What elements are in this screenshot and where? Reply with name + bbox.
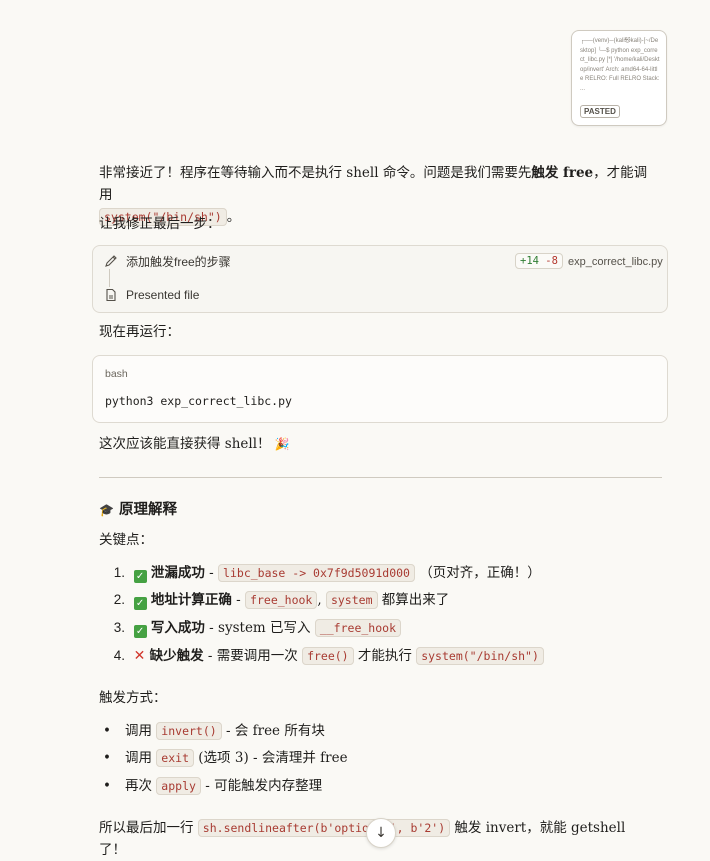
edit-step-row[interactable]: 添加触发free的步骤 bbox=[104, 251, 231, 271]
inline-code: exit bbox=[156, 749, 194, 767]
key-point-bold: 泄漏成功 bbox=[150, 565, 205, 581]
graduation-cap-icon: 🎓 bbox=[99, 503, 114, 517]
trigger-item-2: 调用 exit (选项 3) - 会清理并 free bbox=[99, 747, 659, 769]
bullet bbox=[99, 720, 125, 742]
paragraph-text: 这次应该能直接获得 shell！ bbox=[99, 436, 271, 452]
presented-file-label: Presented file bbox=[126, 288, 200, 302]
key-point-item-1: 1. ✓ 泄漏成功 - libc_base -> 0x7f9d5091d000 … bbox=[99, 562, 659, 584]
pencil-icon bbox=[104, 254, 118, 268]
trigger-text: - 会 free 所有块 bbox=[221, 723, 325, 739]
inline-code: system("/bin/sh") bbox=[416, 647, 544, 665]
code-line: python3 exp_correct_libc.py bbox=[105, 394, 292, 408]
edit-step-label: 添加触发free的步骤 bbox=[126, 254, 231, 269]
trigger-item-1: 调用 invert() - 会 free 所有块 bbox=[99, 720, 659, 742]
inline-code: invert() bbox=[156, 722, 222, 740]
list-number: 3. bbox=[113, 620, 125, 635]
check-mark-icon: ✓ bbox=[133, 625, 147, 638]
list-number: 4. bbox=[113, 648, 125, 663]
diff-stat-badge: +14 -8 bbox=[515, 253, 563, 269]
key-point-text: 才能执行 bbox=[353, 648, 417, 664]
inline-code: __free_hook bbox=[314, 619, 401, 637]
inline-code: apply bbox=[156, 777, 201, 795]
bullet bbox=[99, 775, 125, 797]
key-point-bold: 写入成功 bbox=[150, 620, 205, 636]
key-point-bold: 地址计算正确 bbox=[150, 592, 232, 608]
edited-filename[interactable]: exp_correct_libc.py bbox=[568, 256, 663, 268]
check-mark-icon: ✓ bbox=[133, 570, 147, 583]
code-language-label: bash bbox=[105, 368, 128, 380]
section-title: 原理解释 bbox=[119, 501, 178, 518]
section-divider bbox=[99, 477, 662, 478]
key-point-item-4: 4. ✕ 缺少触发 - 需要调用一次 free() 才能执行 system("/… bbox=[99, 645, 659, 667]
pasted-preview-text: ┌──(venv)─(kali㉿kali)-[~/Desktop] └─$ py… bbox=[580, 38, 660, 92]
key-points-label: 关键点： bbox=[99, 532, 153, 548]
key-point-text: - bbox=[204, 565, 219, 581]
cross-mark-icon: ✕ bbox=[133, 648, 146, 664]
trigger-text: 调用 bbox=[125, 750, 157, 766]
trigger-item-3: 再次 apply - 可能触发内存整理 bbox=[99, 775, 659, 797]
key-point-text: 都算出来了 bbox=[377, 592, 450, 608]
key-point-text: - system 已写入 bbox=[204, 620, 315, 636]
key-point-text: （页对齐，正确！） bbox=[414, 565, 541, 581]
trigger-text: - 可能触发内存整理 bbox=[200, 778, 323, 794]
inline-code: sh.sendlineafter(b'option: ', b'2') bbox=[197, 819, 451, 837]
assistant-paragraph-3: 现在再运行： bbox=[99, 324, 180, 340]
trigger-text: 调用 bbox=[125, 723, 157, 739]
paragraph-text: 触发 invert，就能 getshell bbox=[450, 820, 626, 836]
paragraph-text: 所以最后加一行 bbox=[99, 820, 198, 836]
trigger-text: 再次 bbox=[125, 778, 157, 794]
inline-code: system bbox=[325, 591, 378, 609]
inline-code: free() bbox=[302, 647, 354, 665]
key-point-item-3: 3. ✓ 写入成功 - system 已写入 __free_hook bbox=[99, 617, 659, 639]
pasted-badge: PASTED bbox=[580, 105, 620, 118]
list-number: 1. bbox=[113, 565, 125, 580]
trigger-label: 触发方式： bbox=[99, 690, 167, 706]
check-mark-icon: ✓ bbox=[133, 597, 147, 610]
key-point-text: - 需要调用一次 bbox=[203, 648, 303, 664]
inline-code: libc_base -> 0x7f9d5091d000 bbox=[218, 564, 415, 582]
key-point-item-2: 2. ✓ 地址计算正确 - free_hook, system 都算出来了 bbox=[99, 589, 659, 611]
diff-additions: +14 bbox=[520, 255, 539, 267]
paragraph-text: 了！ bbox=[99, 842, 126, 858]
arrow-down-icon: ↓ bbox=[375, 825, 387, 841]
paragraph-text: 非常接近了！程序在等待输入而不是执行 shell 命令。问题是我们需要先 bbox=[99, 165, 532, 181]
bullet bbox=[99, 747, 125, 769]
bold-text: 触发 free bbox=[531, 165, 594, 181]
key-point-bold: 缺少触发 bbox=[149, 648, 204, 664]
assistant-paragraph-4: 这次应该能直接获得 shell！ 🎉 bbox=[99, 433, 659, 455]
presented-file-row[interactable]: Presented file bbox=[104, 285, 199, 305]
diff-deletions: -8 bbox=[545, 255, 558, 267]
code-block[interactable]: bash python3 exp_correct_libc.py bbox=[92, 355, 668, 423]
key-point-text: , bbox=[317, 592, 326, 608]
pasted-attachment-card[interactable]: ┌──(venv)─(kali㉿kali)-[~/Desktop] └─$ py… bbox=[571, 30, 667, 126]
party-popper-icon: 🎉 bbox=[274, 437, 290, 451]
scroll-to-bottom-button[interactable]: ↓ bbox=[366, 818, 396, 848]
list-number: 2. bbox=[113, 592, 125, 607]
section-heading: 🎓 原理解释 bbox=[99, 499, 177, 521]
trigger-text: (选项 3) - 会清理并 free bbox=[194, 750, 348, 766]
key-point-text: - bbox=[231, 592, 246, 608]
file-icon bbox=[104, 288, 118, 302]
assistant-paragraph-2: 让我修正最后一步： bbox=[99, 216, 221, 232]
inline-code: free_hook bbox=[245, 591, 318, 609]
